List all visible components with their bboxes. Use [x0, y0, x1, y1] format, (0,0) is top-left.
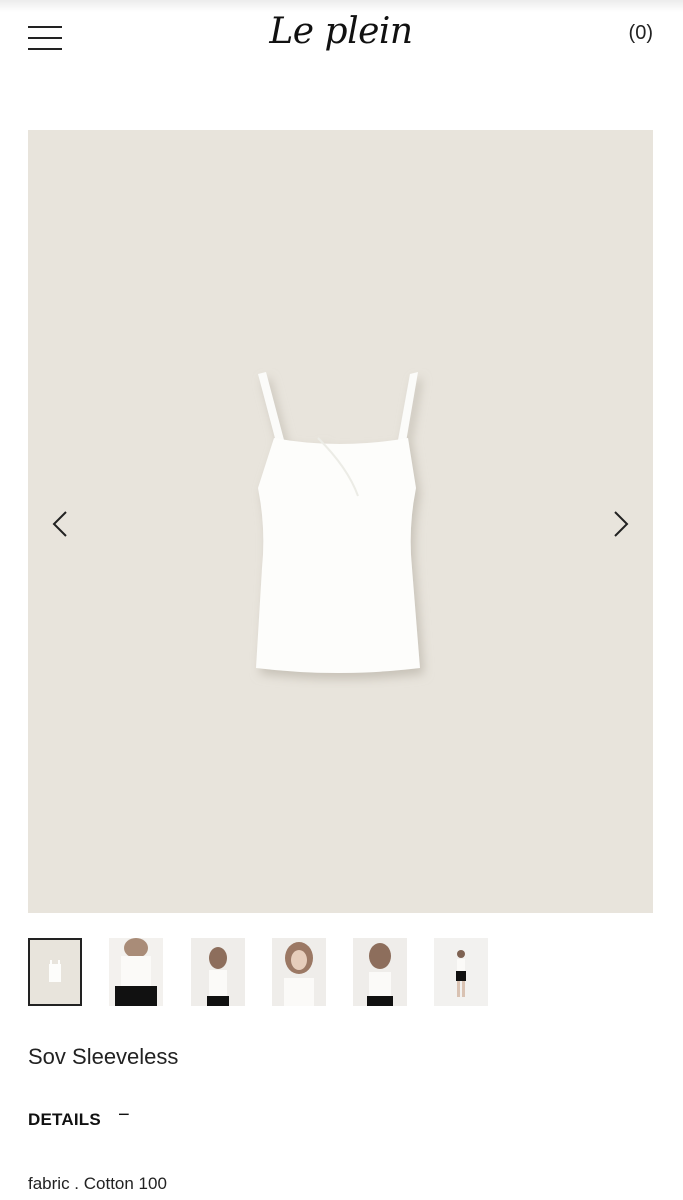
thumbnail-6[interactable] [434, 938, 488, 1006]
thumbnail-4[interactable] [272, 938, 326, 1006]
collapse-minus-icon[interactable]: − [118, 1104, 130, 1127]
chevron-right-icon[interactable] [605, 504, 635, 544]
details-heading[interactable]: DETAILS [28, 1110, 101, 1130]
thumbnail-1[interactable] [28, 938, 82, 1006]
brand-logo[interactable]: Le plein [266, 4, 416, 60]
thumbnail-5[interactable] [353, 938, 407, 1006]
thumbnail-2[interactable] [109, 938, 163, 1006]
top-navigation-bar: Le plein (0) [0, 0, 683, 80]
product-title: Sov Sleeveless [28, 1044, 179, 1069]
chevron-left-icon[interactable] [46, 504, 76, 544]
cart-count-button[interactable]: (0) [629, 22, 653, 45]
product-image-main [28, 130, 653, 913]
tank-top-product-photo [256, 372, 420, 673]
hamburger-menu-icon[interactable] [28, 26, 62, 52]
thumbnail-3[interactable] [191, 938, 245, 1006]
fabric-info: fabric . Cotton 100 [28, 1174, 167, 1193]
